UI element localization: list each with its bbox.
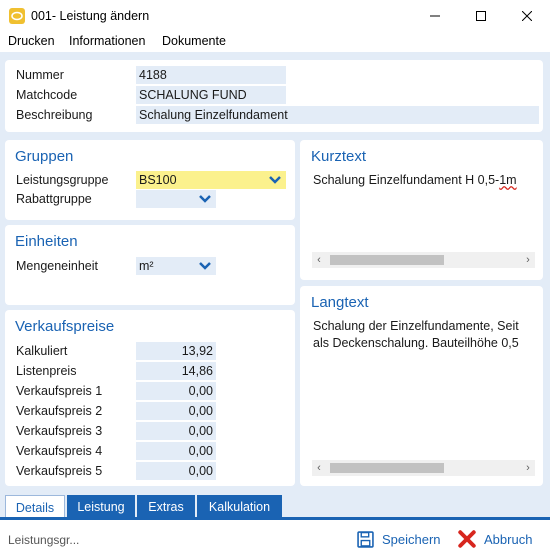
beschreibung-field[interactable]: Schalung Einzelfundament xyxy=(136,106,539,124)
verkaufspreise-panel: Verkaufspreise Kalkuliert 13,92 Listenpr… xyxy=(5,310,295,486)
kurztext-hscrollbar[interactable]: ‹ › xyxy=(312,252,535,268)
menu-informationen[interactable]: Informationen xyxy=(69,34,145,48)
gruppen-title: Gruppen xyxy=(15,148,74,165)
kalkuliert-label: Kalkuliert xyxy=(16,344,68,358)
verkaufspreis-3-label: Verkaufspreis 3 xyxy=(16,424,103,438)
header-panel: Nummer 4188 Matchcode SCHALUNG FUND Besc… xyxy=(5,60,543,132)
content-area: Nummer 4188 Matchcode SCHALUNG FUND Besc… xyxy=(0,52,550,492)
cancel-button[interactable]: Abbruch xyxy=(458,528,532,550)
menu-drucken[interactable]: Drucken xyxy=(8,34,55,48)
tab-extras[interactable]: Extras xyxy=(137,495,195,519)
verkaufspreise-title: Verkaufspreise xyxy=(15,318,115,335)
status-bar: Leistungsgr... Speichern Abbruch xyxy=(0,520,550,555)
verkaufspreis-2-label: Verkaufspreis 2 xyxy=(16,404,103,418)
beschreibung-label: Beschreibung xyxy=(16,108,93,122)
matchcode-field[interactable]: SCHALUNG FUND xyxy=(136,86,286,104)
einheiten-panel: Einheiten Mengeneinheit m² xyxy=(5,225,295,305)
scroll-left-icon[interactable]: ‹ xyxy=(312,252,326,268)
scroll-thumb[interactable] xyxy=(330,463,444,473)
rabattgruppe-select[interactable] xyxy=(136,190,216,208)
listenpreis-label: Listenpreis xyxy=(16,364,77,378)
einheiten-title: Einheiten xyxy=(15,233,78,250)
verkaufspreis-2-field[interactable]: 0,00 xyxy=(136,402,216,420)
kurztext-spellcheck-word: 1m xyxy=(499,173,517,187)
app-logo-icon xyxy=(9,8,25,24)
gruppen-panel: Gruppen Leistungsgruppe BS100 Rabattgrup… xyxy=(5,140,295,220)
status-text: Leistungsgr... xyxy=(8,533,80,547)
chevron-down-icon[interactable] xyxy=(198,193,212,205)
kurztext-textarea[interactable]: Schalung Einzelfundament H 0,5-1m xyxy=(313,172,535,252)
close-button[interactable] xyxy=(504,0,550,32)
scroll-right-icon[interactable]: › xyxy=(521,252,535,268)
listenpreis-field[interactable]: 14,86 xyxy=(136,362,216,380)
langtext-textarea[interactable]: Schalung der Einzelfundamente, Seit als … xyxy=(313,318,535,458)
scroll-right-icon[interactable]: › xyxy=(521,460,535,476)
kurztext-title: Kurztext xyxy=(311,148,367,165)
verkaufspreis-1-label: Verkaufspreis 1 xyxy=(16,384,103,398)
scroll-left-icon[interactable]: ‹ xyxy=(312,460,326,476)
save-icon xyxy=(357,530,374,548)
menu-bar: Drucken Informationen Dokumente xyxy=(0,32,550,52)
nummer-label: Nummer xyxy=(16,68,64,82)
langtext-title: Langtext xyxy=(311,294,369,311)
chevron-down-icon[interactable] xyxy=(268,174,282,186)
save-label: Speichern xyxy=(382,531,441,547)
kalkuliert-field[interactable]: 13,92 xyxy=(136,342,216,360)
kurztext-text: Schalung Einzelfundament H 0,5- xyxy=(313,173,500,187)
leistungsgruppe-select[interactable]: BS100 xyxy=(136,171,286,189)
verkaufspreis-4-label: Verkaufspreis 4 xyxy=(16,444,103,458)
leistungsgruppe-label: Leistungsgruppe xyxy=(16,173,109,187)
chevron-down-icon[interactable] xyxy=(198,260,212,272)
langtext-panel: Langtext Schalung der Einzelfundamente, … xyxy=(300,286,543,486)
matchcode-label: Matchcode xyxy=(16,88,78,102)
kurztext-panel: Kurztext Schalung Einzelfundament H 0,5-… xyxy=(300,140,543,280)
minimize-button[interactable] xyxy=(412,0,458,32)
tab-kalkulation[interactable]: Kalkulation xyxy=(197,495,282,519)
tab-leistung[interactable]: Leistung xyxy=(67,495,135,519)
save-button[interactable]: Speichern xyxy=(357,528,441,550)
tab-bar: Details Leistung Extras Kalkulation xyxy=(0,492,550,520)
maximize-button[interactable] xyxy=(458,0,504,32)
verkaufspreis-1-field[interactable]: 0,00 xyxy=(136,382,216,400)
langtext-hscrollbar[interactable]: ‹ › xyxy=(312,460,535,476)
verkaufspreis-4-field[interactable]: 0,00 xyxy=(136,442,216,460)
title-bar: 001- Leistung ändern xyxy=(0,0,550,32)
leistungsgruppe-value: BS100 xyxy=(139,173,177,187)
mengeneinheit-select[interactable]: m² xyxy=(136,257,216,275)
mengeneinheit-value: m² xyxy=(139,259,154,273)
verkaufspreis-5-label: Verkaufspreis 5 xyxy=(16,464,103,478)
cancel-label: Abbruch xyxy=(484,531,533,547)
mengeneinheit-label: Mengeneinheit xyxy=(16,259,99,273)
verkaufspreis-5-field[interactable]: 0,00 xyxy=(136,462,216,480)
menu-dokumente[interactable]: Dokumente xyxy=(162,34,226,48)
scroll-thumb[interactable] xyxy=(330,255,444,265)
langtext-line: als Deckenschalung. Bauteilhöhe 0,5 xyxy=(313,336,519,350)
tab-details[interactable]: Details xyxy=(5,495,65,519)
nummer-field[interactable]: 4188 xyxy=(136,66,286,84)
rabattgruppe-label: Rabattgruppe xyxy=(16,192,92,206)
langtext-line: Schalung der Einzelfundamente, Seit xyxy=(313,319,519,333)
cancel-x-icon xyxy=(458,530,476,548)
window-title: 001- Leistung ändern xyxy=(31,9,150,23)
verkaufspreis-3-field[interactable]: 0,00 xyxy=(136,422,216,440)
